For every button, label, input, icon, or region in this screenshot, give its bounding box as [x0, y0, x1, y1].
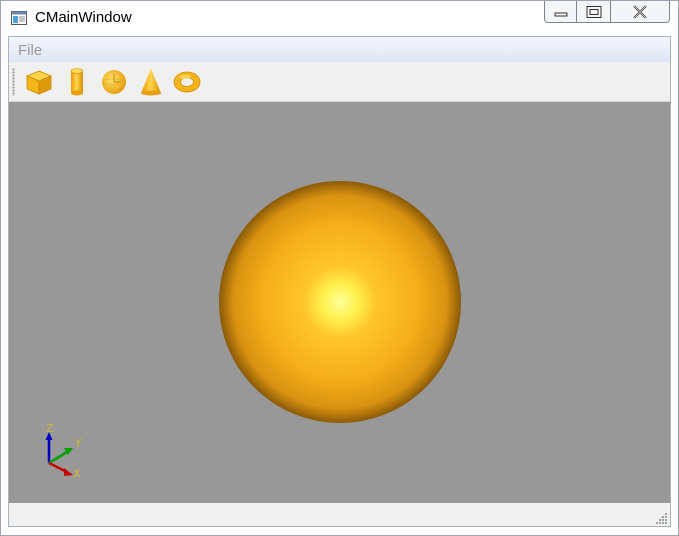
maximize-icon	[586, 5, 601, 18]
sphere-object[interactable]	[219, 181, 461, 423]
minimize-icon	[554, 12, 567, 16]
size-grip-icon[interactable]	[656, 512, 668, 524]
main-window: CMainWindow File Z Y X	[0, 0, 679, 536]
3d-viewport[interactable]: Z Y X	[9, 102, 670, 503]
app-window-icon	[11, 11, 27, 25]
viewport-canvas: Z Y X	[45, 181, 461, 480]
menu-bar: File	[9, 37, 670, 62]
cone-icon	[141, 69, 161, 96]
close-button[interactable]	[610, 1, 670, 23]
x-axis-label: X	[73, 467, 81, 480]
tool-cylinder-button[interactable]	[61, 66, 93, 98]
tool-torus-button[interactable]	[171, 66, 203, 98]
toolbar	[9, 63, 670, 102]
title-bar[interactable]: CMainWindow	[1, 1, 678, 35]
axis-triad: Z Y X	[45, 422, 82, 480]
sphere-icon	[101, 70, 127, 94]
maximize-button[interactable]	[576, 1, 611, 23]
tool-box-button[interactable]	[23, 66, 55, 98]
close-icon	[633, 4, 647, 19]
status-bar	[9, 503, 670, 526]
client-area: File Z Y X	[8, 36, 671, 527]
y-axis-label: Y	[74, 437, 82, 450]
minimize-button[interactable]	[544, 1, 577, 23]
window-title: CMainWindow	[35, 9, 132, 26]
box-icon	[25, 70, 53, 95]
toolbar-grip[interactable]	[12, 68, 15, 96]
tool-cone-button[interactable]	[135, 66, 167, 98]
cylinder-icon	[70, 68, 84, 96]
torus-icon	[173, 71, 201, 93]
x-axis-arrow	[64, 468, 73, 476]
menu-item-file[interactable]: File	[18, 42, 42, 59]
z-axis-label: Z	[46, 422, 54, 435]
y-axis	[48, 450, 68, 465]
tool-sphere-button[interactable]	[98, 66, 130, 98]
